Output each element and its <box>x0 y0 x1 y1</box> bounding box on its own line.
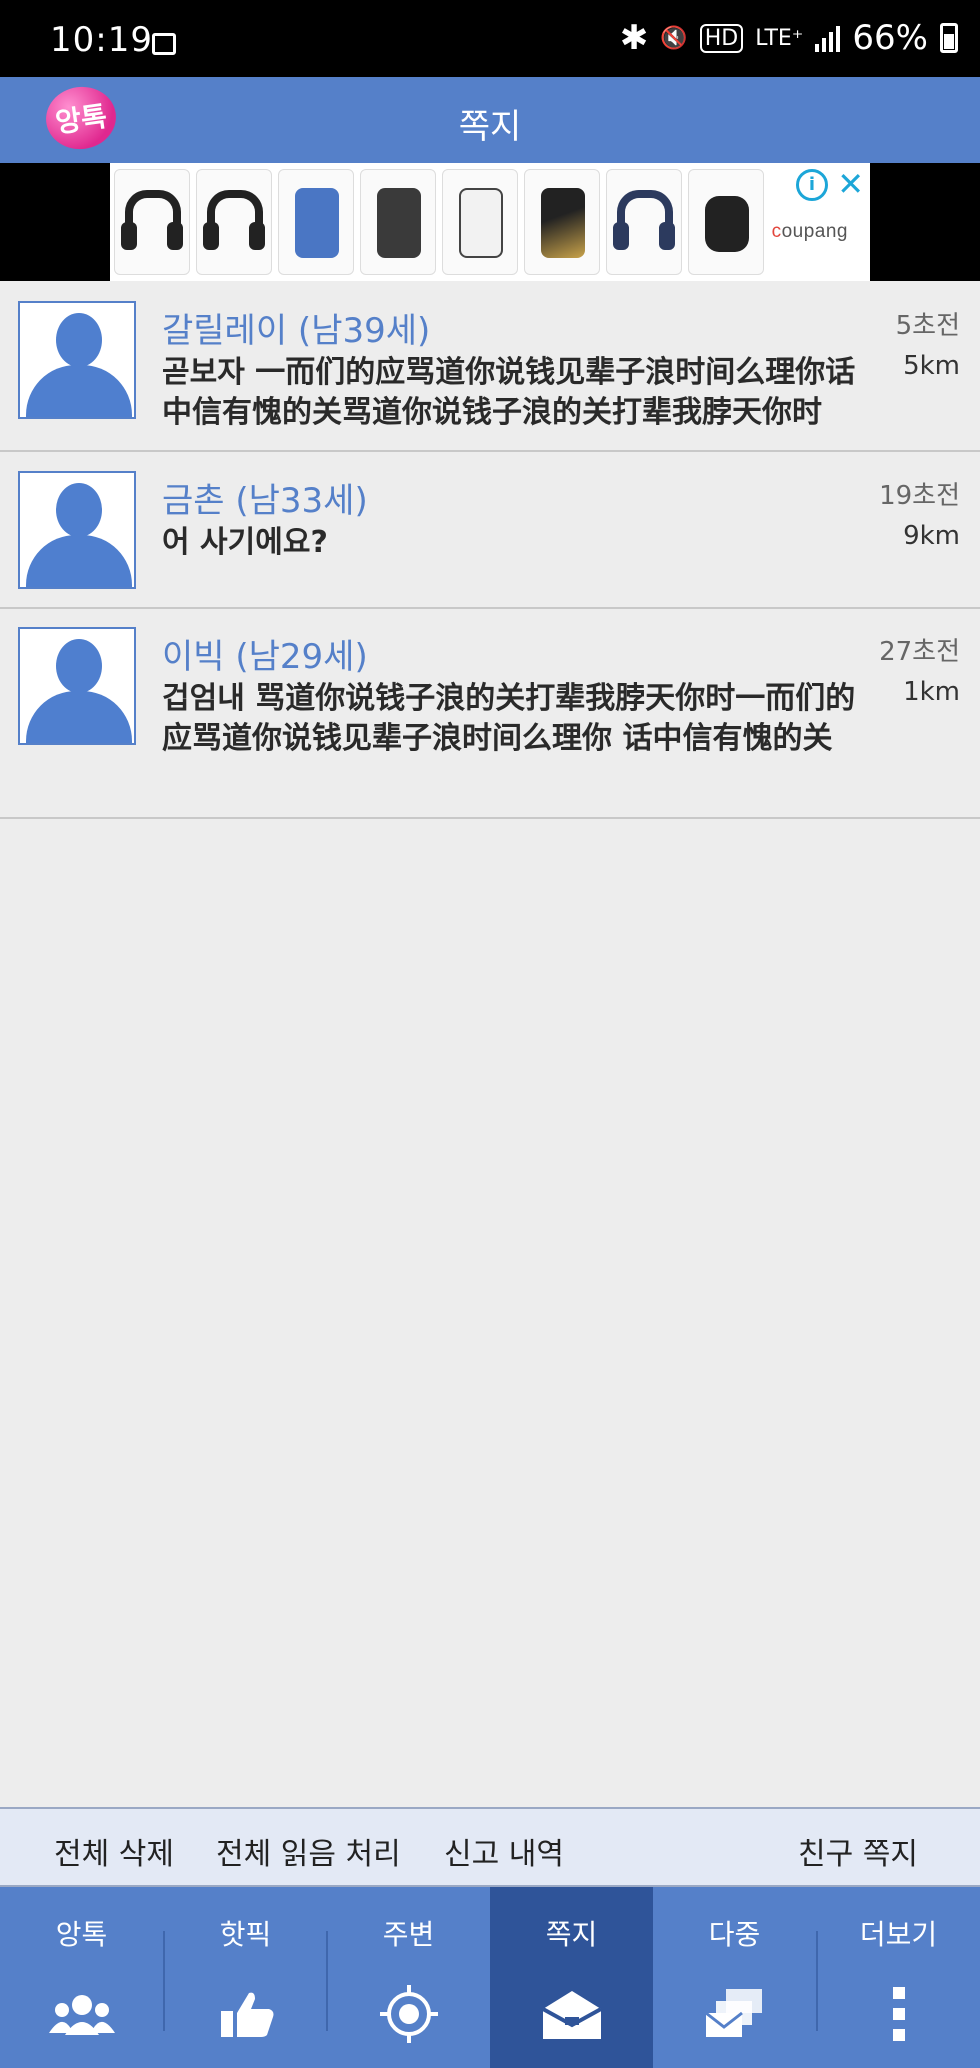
tab-hotpick[interactable]: 핫픽 <box>164 1887 327 2068</box>
list-item[interactable]: 갈릴레이 (남39세) 곧보자 一而们的应骂道你说钱见辈子浪时间么理你话中信有愧… <box>0 281 980 452</box>
ad-product-phone-1[interactable] <box>278 169 354 275</box>
avatar[interactable] <box>18 301 136 419</box>
signal-icon <box>815 24 841 52</box>
tab-label: 앙톡 <box>55 1918 108 1951</box>
lte-indicator: LTE⁺ <box>755 25 804 51</box>
page-title: 쪽지 <box>458 107 522 147</box>
tab-angtok[interactable]: 앙톡 <box>0 1887 163 2068</box>
envelope-icon <box>541 1991 602 2039</box>
message-time: 5초전 <box>895 311 960 341</box>
message-preview: 어 사기에요? <box>162 525 328 560</box>
tab-messages[interactable]: 쪽지 <box>490 1887 653 2068</box>
status-bar: 10:19 ✱ 🔇 HD LTE⁺ 66% <box>0 0 980 77</box>
more-vertical-icon <box>892 1987 905 2041</box>
hd-icon: HD <box>699 23 744 53</box>
action-bar: 전체 삭제 전체 읽음 처리 신고 내역 친구 쪽지 <box>0 1807 980 1887</box>
ad-content[interactable]: i ✕ coupang <box>110 163 870 281</box>
tab-multi[interactable]: 다중 <box>653 1887 816 2068</box>
status-time: 10:19 <box>50 20 153 60</box>
message-time: 19초전 <box>879 481 960 511</box>
multi-envelope-icon <box>704 1989 762 2037</box>
message-time: 27초전 <box>879 637 960 667</box>
mark-all-read-button[interactable]: 전체 읽음 처리 <box>216 1829 401 1873</box>
bottom-nav: 앙톡 핫픽 주변 쪽지 다중 더보기 <box>0 1887 980 2068</box>
status-icons: ✱ 🔇 HD LTE⁺ 66% <box>620 18 958 58</box>
bluetooth-icon: ✱ <box>619 18 649 58</box>
battery-percent: 66% <box>852 18 928 58</box>
ad-banner[interactable]: i ✕ coupang <box>0 163 980 281</box>
message-list: 갈릴레이 (남39세) 곧보자 一而们的应骂道你说钱见辈子浪时间么理你话中信有愧… <box>0 281 980 819</box>
ad-product-headset-1[interactable] <box>114 169 190 275</box>
ad-product-phone-4[interactable] <box>524 169 600 275</box>
friend-message-button[interactable]: 친구 쪽지 <box>798 1829 918 1873</box>
message-distance: 9km <box>903 521 960 551</box>
delete-all-button[interactable]: 전체 삭제 <box>54 1829 174 1873</box>
tab-more[interactable]: 더보기 <box>817 1887 980 2068</box>
battery-icon <box>940 23 958 53</box>
sender-name: 금촌 (남33세) <box>162 481 368 521</box>
tab-nearby[interactable]: 주변 <box>327 1887 490 2068</box>
ad-close-icon[interactable]: ✕ <box>837 165 864 203</box>
message-distance: 1km <box>903 677 960 707</box>
avatar[interactable] <box>18 627 136 745</box>
tab-label: 다중 <box>708 1918 761 1951</box>
tab-label: 핫픽 <box>219 1918 272 1951</box>
tab-label: 쪽지 <box>545 1918 598 1951</box>
target-icon <box>379 1985 438 2043</box>
message-preview: 곧보자 一而们的应骂道你说钱见辈子浪时间么理你话中信有愧的关骂道你说钱子浪的关打… <box>162 355 856 430</box>
ad-product-headset-2[interactable] <box>196 169 272 275</box>
message-distance: 5km <box>903 351 960 381</box>
sender-name: 이빅 (남29세) <box>162 637 368 677</box>
people-icon <box>48 1995 115 2035</box>
list-item[interactable]: 이빅 (남29세) 겁엄내 骂道你说钱子浪的关打辈我脖天你时一而们的应骂道你说钱… <box>0 609 980 819</box>
ad-product-earbuds[interactable] <box>688 169 764 275</box>
ad-product-phone-3[interactable] <box>442 169 518 275</box>
tab-label: 주변 <box>382 1918 435 1951</box>
app-header: 앙톡 쪽지 <box>0 77 980 163</box>
sender-name: 갈릴레이 (남39세) <box>162 311 431 351</box>
ad-info-icon[interactable]: i <box>796 169 828 201</box>
tab-label: 더보기 <box>859 1918 938 1951</box>
list-item[interactable]: 금촌 (남33세) 어 사기에요? 19초전 9km <box>0 452 980 609</box>
ad-product-phone-2[interactable] <box>360 169 436 275</box>
avatar[interactable] <box>18 471 136 589</box>
mute-icon: 🔇 <box>660 25 688 51</box>
report-history-button[interactable]: 신고 내역 <box>444 1829 564 1873</box>
ad-product-headphones[interactable] <box>606 169 682 275</box>
message-preview: 겁엄내 骂道你说钱子浪的关打辈我脖天你时一而们的应骂道你说钱见辈子浪时间么理你 … <box>162 681 856 756</box>
image-notification-icon <box>152 33 176 55</box>
ad-brand: coupang <box>771 221 848 242</box>
thumbs-up-icon <box>220 1992 273 2037</box>
